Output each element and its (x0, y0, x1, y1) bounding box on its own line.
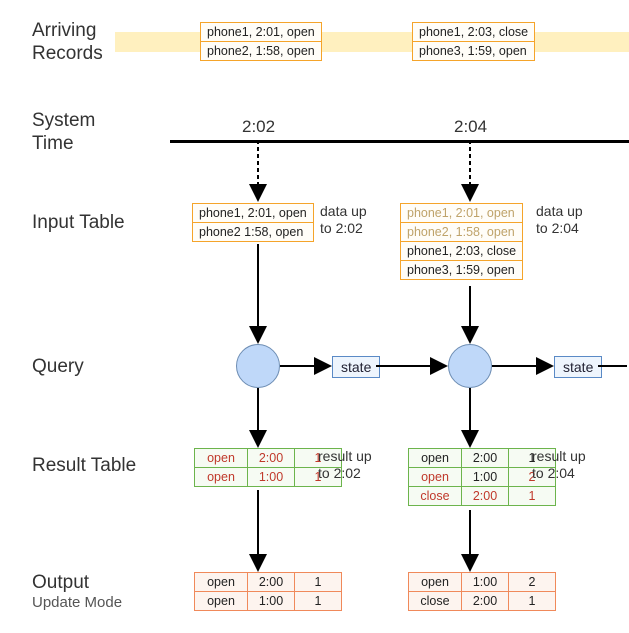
query-node-1 (448, 344, 492, 388)
label-result-table: Result Table (32, 455, 136, 478)
output-table-202: open 2:00 1 open 1:00 1 (194, 572, 342, 611)
table-cell: phone1, 2:03, close (401, 242, 523, 261)
arriving-batch-1: phone1, 2:03, close phone3, 1:59, open (412, 22, 535, 61)
table-cell: 2:00 (462, 487, 509, 506)
output-table-204: open 1:00 2 close 2:00 1 (408, 572, 556, 611)
caption-input-204: data up to 2:04 (536, 203, 583, 237)
label-input-table: Input Table (32, 212, 125, 235)
table-cell: close (409, 487, 462, 506)
state-box-0: state (332, 356, 380, 378)
table-cell: 1:00 (462, 573, 509, 592)
table-cell: phone1, 2:01, open (193, 204, 314, 223)
table-cell: 2:00 (248, 573, 295, 592)
table-cell: 1 (295, 573, 342, 592)
table-cell: open (195, 573, 248, 592)
system-time-0: 2:02 (242, 117, 275, 137)
table-cell: open (195, 592, 248, 611)
table-cell: open (409, 449, 462, 468)
table-cell: open (195, 468, 248, 487)
label-arriving-records: Arriving Records (32, 20, 103, 66)
system-time-1: 2:04 (454, 117, 487, 137)
caption-input-202: data up to 2:02 (320, 203, 367, 237)
query-node-0 (236, 344, 280, 388)
table-cell: phone3, 1:59, open (413, 42, 535, 61)
table-cell: 2:00 (248, 449, 295, 468)
time-axis (170, 140, 629, 143)
table-cell: 1 (509, 592, 556, 611)
label-query: Query (32, 356, 84, 379)
table-cell: phone2 1:58, open (193, 223, 314, 242)
label-system-time: System Time (32, 110, 95, 156)
table-cell: open (195, 449, 248, 468)
table-cell: phone2, 1:58, open (401, 223, 523, 242)
table-cell: 1 (295, 592, 342, 611)
caption-result-202: result up to 2:02 (318, 448, 372, 482)
arriving-highlight (115, 32, 629, 52)
table-cell: 2 (509, 573, 556, 592)
table-cell: 2:00 (462, 449, 509, 468)
table-cell: phone1, 2:03, close (413, 23, 535, 42)
table-cell: phone1, 2:01, open (401, 204, 523, 223)
table-cell: open (409, 468, 462, 487)
table-cell: 1:00 (462, 468, 509, 487)
table-cell: 2:00 (462, 592, 509, 611)
state-box-1: state (554, 356, 602, 378)
input-table-204: phone1, 2:01, open phone2, 1:58, open ph… (400, 203, 523, 280)
table-cell: phone1, 2:01, open (201, 23, 322, 42)
table-cell: close (409, 592, 462, 611)
table-cell: 1:00 (248, 592, 295, 611)
table-cell: phone2, 1:58, open (201, 42, 322, 61)
table-cell: 1:00 (248, 468, 295, 487)
table-cell: open (409, 573, 462, 592)
diagram-root: { "chart_data": { "type": "table", "titl… (0, 0, 629, 633)
caption-result-204: result up to 2:04 (532, 448, 586, 482)
table-cell: 1 (509, 487, 556, 506)
input-table-202: phone1, 2:01, open phone2 1:58, open (192, 203, 314, 242)
table-cell: phone3, 1:59, open (401, 261, 523, 280)
label-update-mode: Update Mode (32, 594, 122, 612)
arriving-batch-0: phone1, 2:01, open phone2, 1:58, open (200, 22, 322, 61)
arrows-layer (0, 0, 629, 633)
label-output: Output (32, 572, 89, 595)
